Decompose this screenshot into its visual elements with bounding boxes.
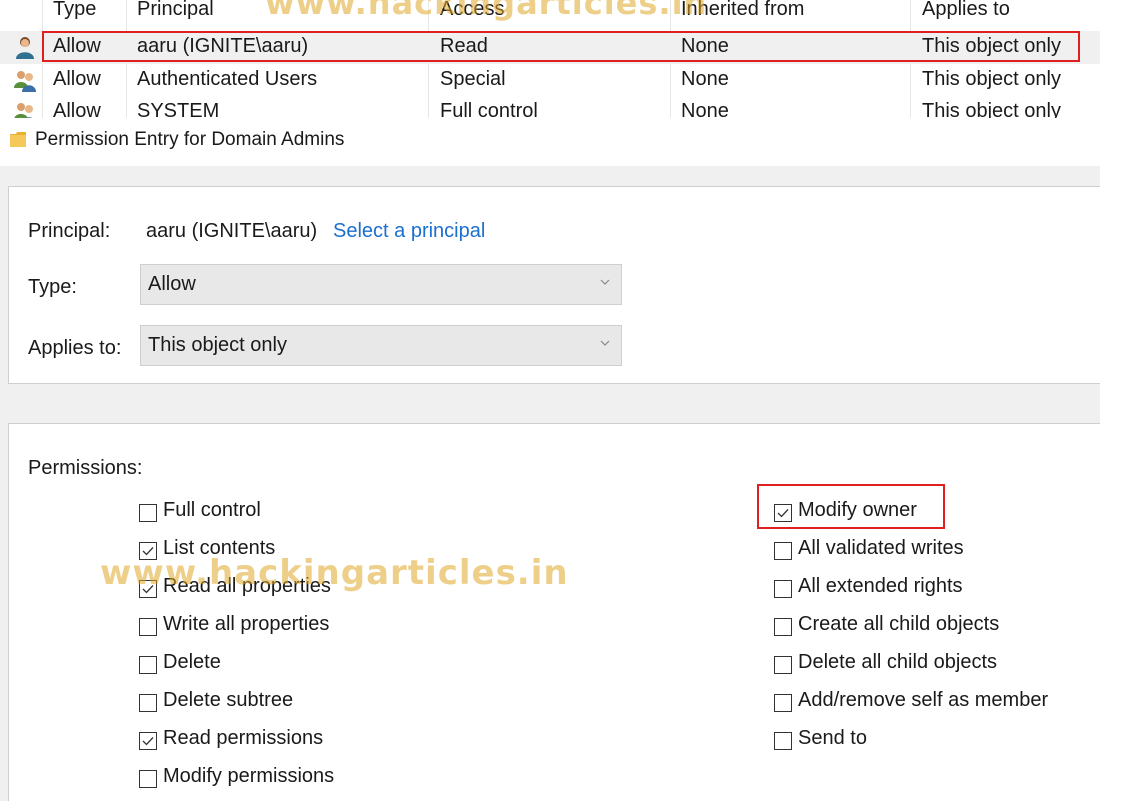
- permission-label: Delete all child objects: [798, 651, 997, 673]
- permission-label: Read permissions: [163, 727, 324, 749]
- permission-label: Delete subtree: [163, 689, 294, 711]
- checkbox-unchecked-icon[interactable]: [774, 656, 792, 674]
- checkbox-checked-icon[interactable]: [139, 732, 157, 750]
- permission-label: Delete: [163, 651, 221, 673]
- watermark: www.hackingarticles.in: [100, 553, 569, 593]
- folder-icon: [10, 132, 26, 147]
- users-group-icon: [14, 103, 33, 118]
- checkbox-unchecked-icon[interactable]: [139, 618, 157, 636]
- cell-applies-to: This object only: [922, 100, 1061, 118]
- applies-to-dropdown-value: This object only: [148, 334, 287, 356]
- cell-access: Special: [440, 68, 506, 90]
- permission-label: Write all properties: [163, 613, 330, 635]
- table-row[interactable]: Allow SYSTEM Full control None This obje…: [0, 96, 1100, 118]
- cell-principal: Authenticated Users: [137, 68, 318, 90]
- checkbox-unchecked-icon[interactable]: [774, 618, 792, 636]
- highlight-box-modify-owner: [757, 484, 945, 529]
- cell-access: Full control: [440, 100, 538, 118]
- permission-label: Modify permissions: [163, 765, 335, 787]
- column-header-applies-to[interactable]: Applies to: [922, 0, 1010, 21]
- user-icon: [16, 37, 34, 59]
- chevron-down-icon: [600, 279, 610, 285]
- checkbox-unchecked-icon[interactable]: [139, 694, 157, 712]
- cell-inherited-from: None: [681, 100, 729, 118]
- checkbox-unchecked-icon[interactable]: [139, 656, 157, 674]
- principal-value: aaru (IGNITE\aaru): [146, 220, 318, 242]
- checkbox-unchecked-icon[interactable]: [774, 542, 792, 560]
- permission-label: Add/remove self as member: [798, 689, 1049, 711]
- cell-inherited-from: None: [681, 68, 729, 90]
- checkbox-unchecked-icon[interactable]: [139, 770, 157, 788]
- principal-label: Principal:: [28, 220, 111, 242]
- column-header-principal[interactable]: Principal: [137, 0, 214, 21]
- permission-label: All extended rights: [798, 575, 963, 597]
- general-group: Principal: aaru (IGNITE\aaru) Select a p…: [8, 186, 1100, 384]
- applies-to-label: Applies to:: [28, 337, 122, 359]
- type-label: Type:: [28, 276, 77, 298]
- permission-label: Full control: [163, 499, 261, 521]
- dialog-title: Permission Entry for Domain Admins: [35, 129, 345, 150]
- permissions-label: Permissions:: [28, 457, 143, 479]
- permission-label: Create all child objects: [798, 613, 1000, 635]
- checkbox-unchecked-icon[interactable]: [774, 732, 792, 750]
- checkbox-unchecked-icon[interactable]: [774, 694, 792, 712]
- column-header-type[interactable]: Type: [53, 0, 96, 21]
- checkbox-unchecked-icon[interactable]: [774, 580, 792, 598]
- cell-type: Allow: [53, 68, 101, 90]
- checkbox-unchecked-icon[interactable]: [139, 504, 157, 522]
- dialog-title-bar: Permission Entry for Domain Admins: [0, 118, 1138, 166]
- highlight-box-selected-row: [42, 31, 1080, 62]
- permission-label: All validated writes: [798, 537, 964, 559]
- table-row[interactable]: Allow Authenticated Users Special None T…: [0, 64, 1100, 97]
- cell-principal: SYSTEM: [137, 100, 220, 118]
- users-group-icon: [14, 71, 36, 92]
- select-principal-link[interactable]: Select a principal: [333, 220, 485, 243]
- watermark: www.hackingarticles.in: [265, 0, 708, 22]
- type-dropdown[interactable]: Allow: [140, 264, 622, 305]
- type-dropdown-value: Allow: [148, 273, 196, 295]
- chevron-down-icon: [600, 340, 610, 346]
- cell-type: Allow: [53, 100, 101, 118]
- cell-applies-to: This object only: [922, 68, 1061, 90]
- applies-to-dropdown[interactable]: This object only: [140, 325, 622, 366]
- permission-label: Send to: [798, 727, 867, 749]
